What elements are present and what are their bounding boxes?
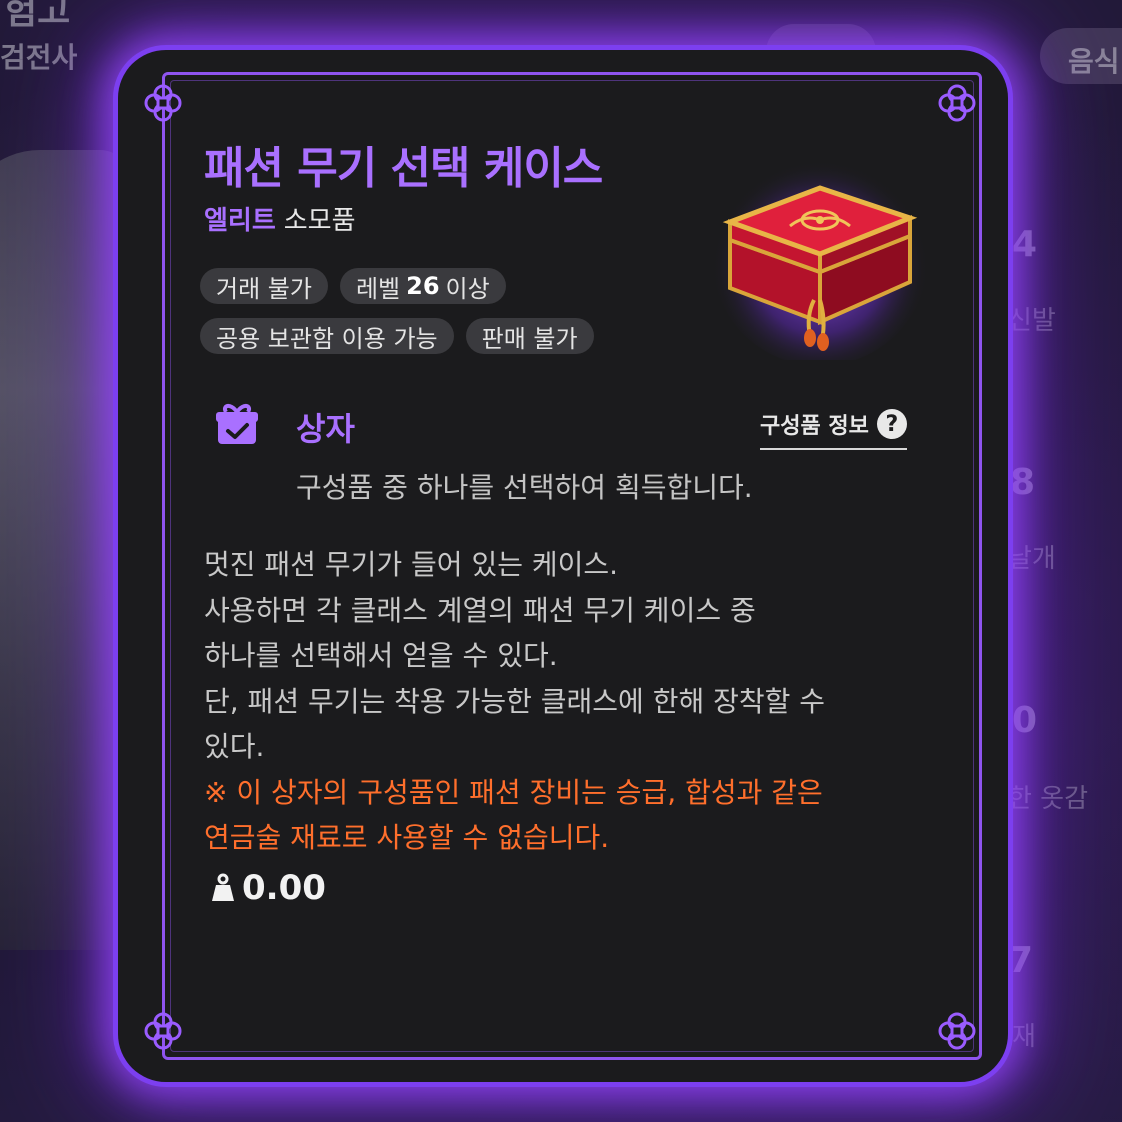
bg-text-line-2: 검전사	[0, 41, 78, 74]
weight-value: 0.00	[242, 868, 326, 908]
item-description: 멋진 패션 무기가 들어 있는 케이스. 사용하면 각 클래스 계열의 패션 무…	[204, 542, 934, 861]
bg-count-2: 8	[1010, 462, 1036, 503]
treasure-box-icon	[712, 150, 928, 360]
contents-info-label: 구성품 정보	[760, 414, 869, 439]
corner-ornament-icon	[144, 1012, 182, 1050]
tag-level: 레벨 26 이상	[339, 268, 506, 304]
tag-trade: 거래 불가	[200, 268, 328, 304]
weight-icon	[212, 873, 234, 901]
description-line: 사용하면 각 클래스 계열의 패션 무기 케이스 중	[204, 593, 756, 627]
bg-text-line-1: 험고	[4, 0, 71, 32]
description-line: 하나를 선택해서 얻을 수 있다.	[204, 639, 558, 672]
corner-ornament-icon	[938, 84, 976, 122]
bg-chip-food-label: 음식	[1068, 45, 1120, 78]
description-line: 있다.	[204, 730, 265, 763]
tag-sell: 판매 불가	[465, 318, 594, 354]
contents-info-button[interactable]: 구성품 정보 ?	[760, 408, 907, 450]
warning-line: 연금술 재료로 사용할 수 없습니다.	[204, 821, 610, 854]
bg-label-4: 재	[1012, 1022, 1036, 1052]
bg-label-3: 한 옷감	[1008, 784, 1089, 814]
item-grade: 엘리트	[204, 206, 276, 236]
character-silhouette	[0, 150, 130, 950]
item-title: 패션 무기 선택 케이스	[204, 143, 603, 194]
help-icon: ?	[876, 409, 907, 439]
warning-line: ※ 이 상자의 구성품인 패션 장비는 승급, 합성과 같은	[204, 775, 823, 809]
item-category: 소모품	[283, 206, 356, 236]
bg-label-2: 날개	[1008, 544, 1056, 574]
description-line: 멋진 패션 무기가 들어 있는 케이스.	[204, 548, 619, 581]
item-subtitle: 엘리트 소모품	[204, 200, 356, 237]
bg-count-1: 4	[1012, 224, 1038, 265]
tag-shared-storage: 공용 보관함 이용 가능	[200, 318, 454, 354]
gift-box-check-icon	[216, 404, 258, 444]
bg-count-4: 7	[1008, 940, 1034, 981]
item-tooltip-popup[interactable]: 패션 무기 선택 케이스 엘리트 소모품 거래 불가 레벨 26 이상 공용 보관함 …	[118, 50, 1008, 1082]
bg-count-3: 0	[1012, 700, 1038, 741]
bg-label-1: 신발	[1008, 306, 1056, 336]
box-section-title: 상자	[296, 410, 355, 448]
tag-level-suffix: 이상	[445, 274, 490, 303]
item-weight: 0.00	[210, 868, 326, 908]
corner-ornament-icon	[144, 84, 182, 122]
description-line: 단, 패션 무기는 착용 가능한 클래스에 한해 장착할 수	[204, 684, 826, 718]
box-description: 구성품 중 하나를 선택하여 획득합니다.	[296, 471, 753, 504]
tag-level-prefix: 레벨	[355, 274, 401, 303]
tag-level-value: 26	[406, 272, 440, 300]
item-tags: 거래 불가 레벨 26 이상 공용 보관함 이용 가능 판매 불가	[200, 268, 700, 368]
corner-ornament-icon	[938, 1012, 976, 1050]
